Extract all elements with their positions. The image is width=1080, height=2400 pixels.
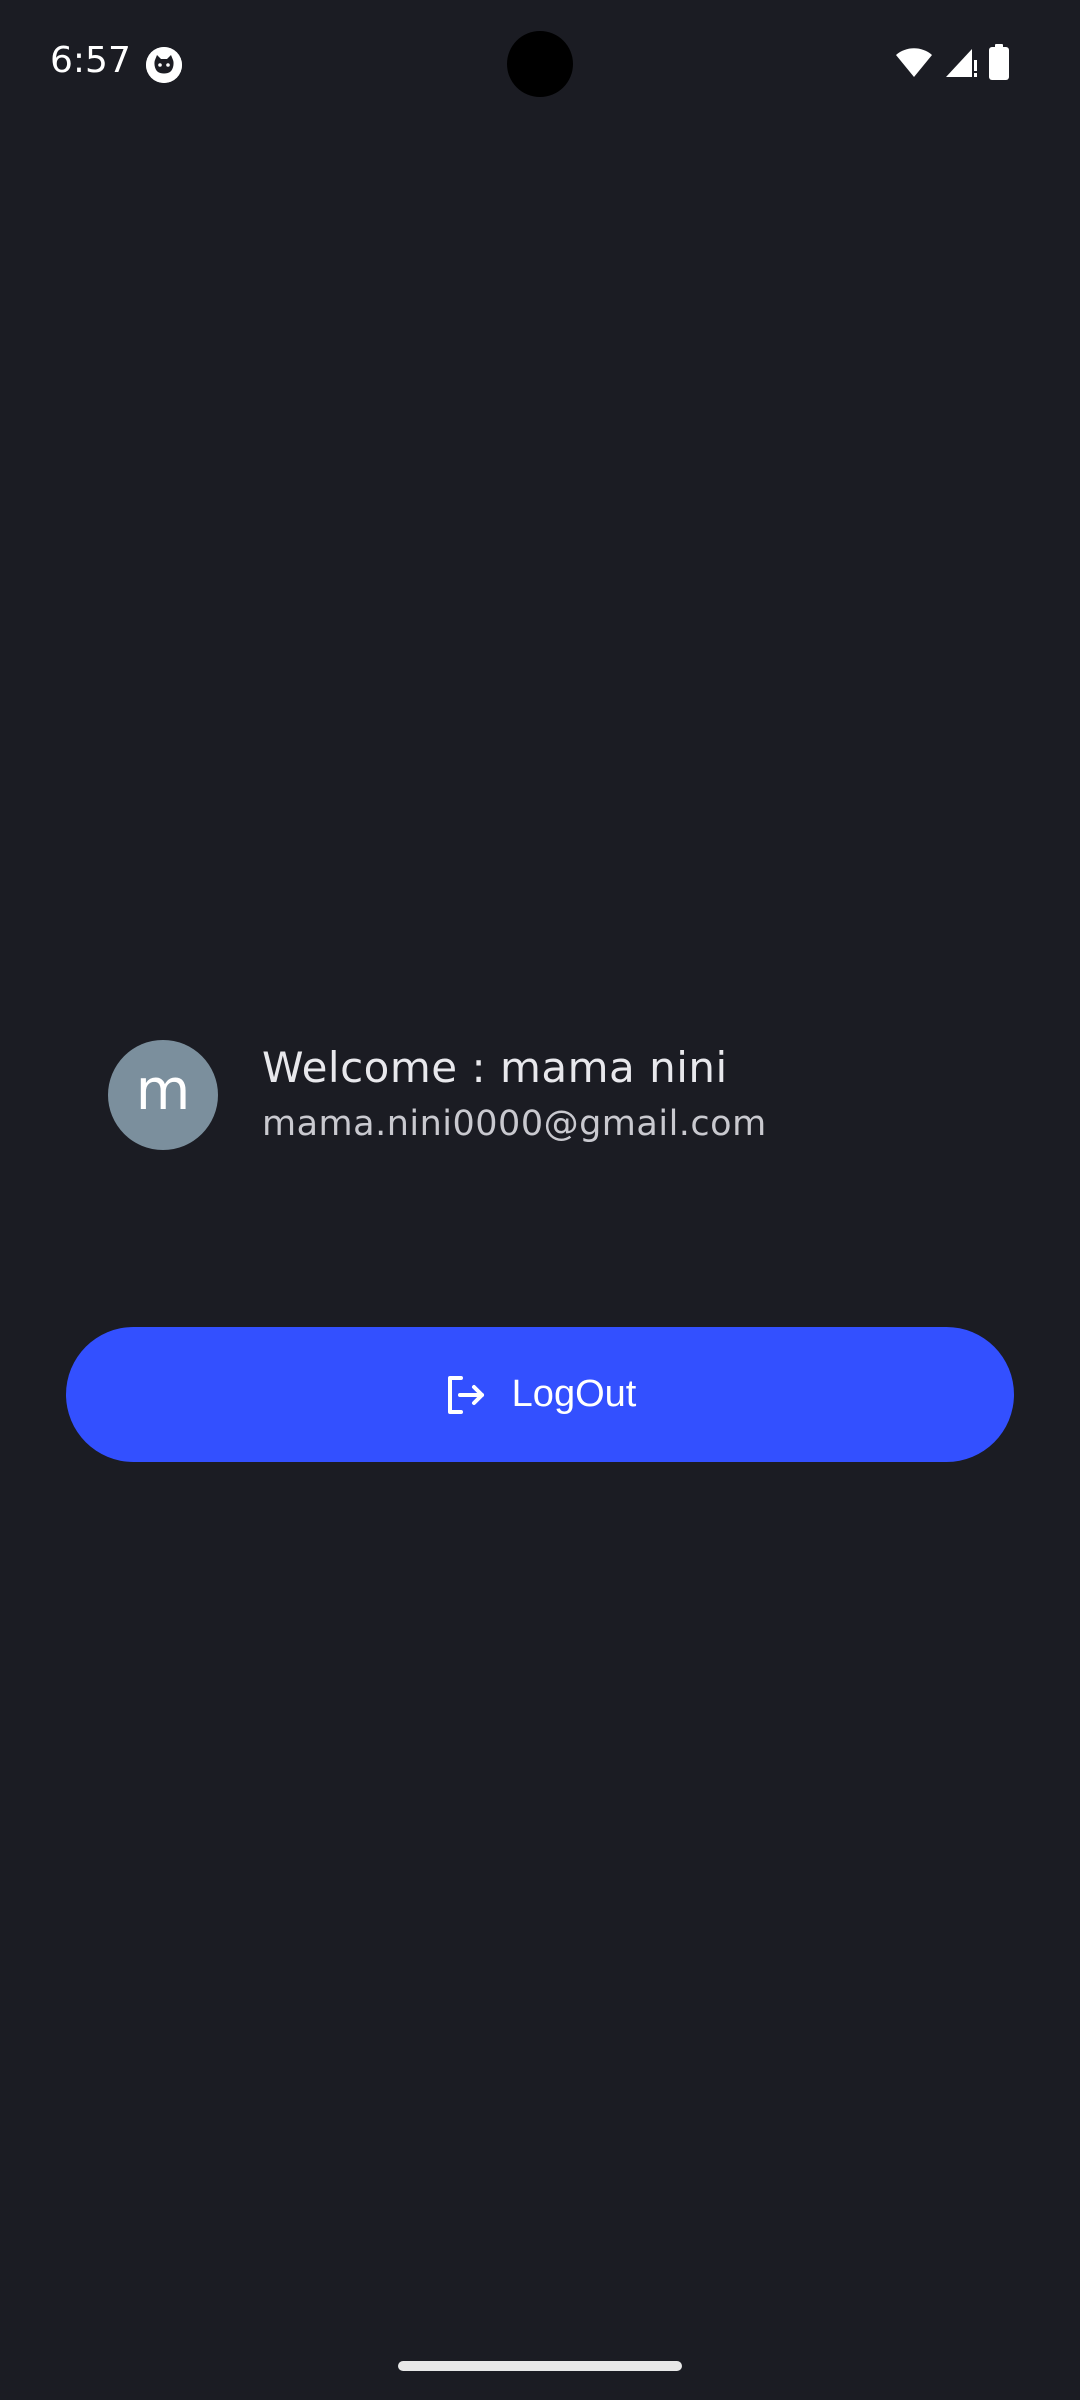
cell-signal-icon xyxy=(944,46,978,78)
camera-cutout xyxy=(507,31,573,97)
gesture-nav-handle[interactable] xyxy=(398,2361,682,2371)
profile-card: m Welcome : mama nini mama.nini0000@gmai… xyxy=(108,1040,766,1150)
status-icons xyxy=(894,44,1010,80)
wifi-icon xyxy=(894,46,934,78)
avatar-letter: m xyxy=(135,1058,191,1123)
welcome-text: Welcome : mama nini xyxy=(262,1043,728,1092)
status-bar: 6:57 xyxy=(0,0,1080,130)
email-text: mama.nini0000@gmail.com xyxy=(262,1104,767,1144)
avatar: m xyxy=(108,1040,218,1150)
logout-label: LogOut xyxy=(511,1373,637,1415)
status-time: 6:57 xyxy=(50,40,131,81)
battery-icon xyxy=(988,44,1010,80)
logout-icon xyxy=(444,1373,488,1417)
cat-face-icon xyxy=(146,47,182,83)
logout-button[interactable]: LogOut xyxy=(66,1327,1014,1462)
